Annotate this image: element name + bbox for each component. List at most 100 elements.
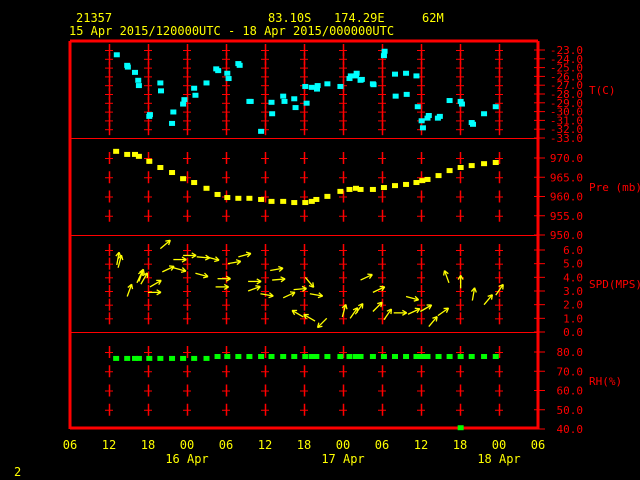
temperature-point xyxy=(269,111,276,117)
wind-arrow xyxy=(215,283,229,290)
temperature-point xyxy=(403,70,410,76)
temperature-point xyxy=(324,81,331,87)
wind-arrow-head xyxy=(268,295,274,299)
page-number: 2 xyxy=(14,465,21,479)
y-tick-label: 50.0 xyxy=(557,404,584,417)
pressure-point xyxy=(246,195,253,201)
temperature-point xyxy=(481,111,488,117)
y-tick-label: 2.0 xyxy=(563,299,583,312)
rh-point xyxy=(357,354,364,360)
meteogram-chart: 21357 83.10S 174.29E 62M 15 Apr 2015/120… xyxy=(14,11,640,479)
wind-arrow xyxy=(372,301,383,312)
wind-arrow xyxy=(483,294,494,306)
pressure-point xyxy=(214,191,221,197)
rh-point xyxy=(302,354,309,360)
temperature-point xyxy=(358,76,365,82)
pressure-point xyxy=(357,186,364,192)
wind-arrow xyxy=(405,295,420,302)
temperature-point xyxy=(425,113,432,118)
pressure-point xyxy=(235,195,242,201)
wind-arrow xyxy=(126,283,134,297)
temperature-point xyxy=(292,105,299,111)
panel-axis-label: T(C) xyxy=(589,84,616,97)
wind-arrow xyxy=(393,309,408,316)
pressure-point xyxy=(157,165,164,171)
x-tick-label: 18 xyxy=(141,438,155,452)
pressure-point xyxy=(169,170,176,176)
pressure-point xyxy=(481,161,488,167)
panel-axis-label: SPD(MPS) xyxy=(589,278,640,291)
rh-point xyxy=(268,354,275,360)
temperature-point xyxy=(302,83,309,89)
temperature-point xyxy=(392,71,398,77)
panel-axis-label: RH(%) xyxy=(589,375,622,388)
y-tick-label: 950.0 xyxy=(550,229,583,242)
pressure-point xyxy=(337,188,344,194)
wind-arrow xyxy=(442,270,450,284)
wind-arrow-head xyxy=(180,270,187,274)
pressure-point xyxy=(419,178,426,184)
wind-arrow xyxy=(148,289,162,296)
y-tick-label: 40.0 xyxy=(557,423,584,436)
temperature-point xyxy=(113,52,120,58)
y-tick-label: 70.0 xyxy=(557,365,584,378)
date-label: 18 Apr xyxy=(477,452,520,466)
wind-arrow xyxy=(291,309,304,318)
temperature-point xyxy=(215,68,222,74)
rh-point xyxy=(258,354,265,360)
temperature-point xyxy=(380,53,387,59)
temperature-point xyxy=(314,83,321,89)
rh-point xyxy=(180,355,187,361)
date-label: 17 Apr xyxy=(321,452,364,466)
y-tick-label: 80.0 xyxy=(557,346,584,359)
date-label: 16 Apr xyxy=(165,452,208,466)
temperature-point xyxy=(247,98,254,104)
pressure-point xyxy=(380,185,387,191)
temperature-point xyxy=(224,70,231,76)
temperature-point xyxy=(191,85,198,91)
rh-point xyxy=(369,354,376,360)
x-tick-label: 18 xyxy=(453,438,467,452)
rh-point xyxy=(146,355,153,361)
wind-arrow xyxy=(173,267,187,274)
temperature-point xyxy=(403,91,410,97)
temperature-point xyxy=(236,62,243,68)
pressure-point xyxy=(203,185,210,191)
x-tick-label: 06 xyxy=(375,438,389,452)
pressure-point xyxy=(492,160,499,166)
pressure-point xyxy=(403,181,410,187)
pressure-point xyxy=(135,153,142,159)
wind-arrow xyxy=(457,274,464,289)
temperature-point xyxy=(436,113,443,119)
rh-point xyxy=(124,355,131,361)
temperature-point xyxy=(268,99,275,105)
rh-point xyxy=(403,354,410,360)
wind-arrow-head xyxy=(317,295,323,299)
rh-point xyxy=(313,354,320,360)
temperature-point xyxy=(169,120,176,126)
wind-arrow xyxy=(247,285,261,292)
wind-arrow xyxy=(195,272,209,279)
rh-point xyxy=(235,354,242,360)
rh-point xyxy=(413,354,420,360)
axes: 06 12 18 00 06 12 18 00 06 12 18 00 06 16 Apr 17 Apr 18… xyxy=(63,44,640,466)
y-tick-label: 0.0 xyxy=(563,326,583,339)
rh-point xyxy=(291,354,298,360)
x-tick-label: 12 xyxy=(414,438,428,452)
temperature-point xyxy=(135,83,142,89)
temperature-point xyxy=(446,98,453,104)
wind-arrow xyxy=(282,291,296,299)
y-tick-label: 970.0 xyxy=(550,152,583,165)
pressure-point xyxy=(146,158,153,164)
y-tick-label: 955.0 xyxy=(550,210,583,223)
rh-point xyxy=(203,355,210,361)
wind-arrow xyxy=(217,275,231,282)
wind-arrow xyxy=(248,278,262,285)
wind-arrow xyxy=(260,292,274,299)
wind-arrow xyxy=(309,292,324,299)
temperature-point xyxy=(225,76,232,82)
rh-point xyxy=(424,354,431,360)
pressure-point xyxy=(324,193,331,199)
pressure-point xyxy=(268,198,275,204)
wind-arrow-head xyxy=(203,275,209,279)
